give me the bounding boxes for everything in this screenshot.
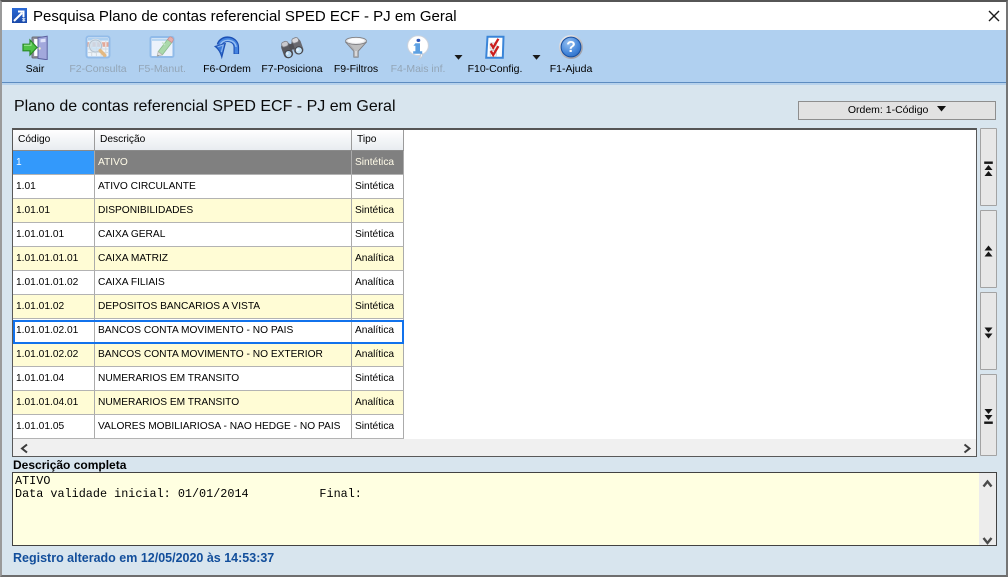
svg-text:?: ? — [566, 39, 575, 56]
